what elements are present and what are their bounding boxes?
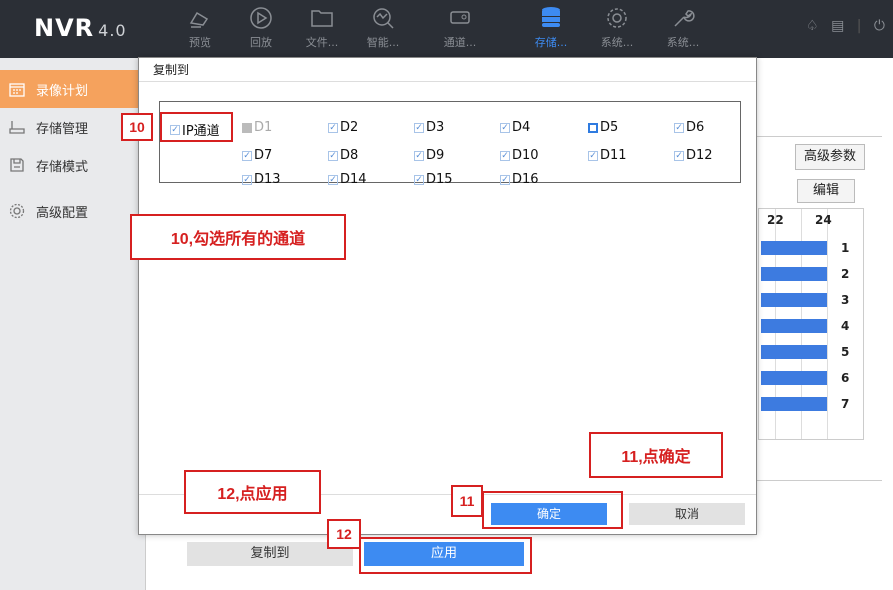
sidebar-item-advanced[interactable]: 高级配置 — [0, 192, 146, 230]
playback-icon — [250, 7, 272, 29]
annotation-box-apply — [359, 537, 532, 574]
channel-checkbox[interactable]: ✓ D14 — [328, 172, 367, 187]
channel-checkbox[interactable]: ✓ D6 — [674, 120, 704, 135]
main-panel-border — [757, 136, 882, 137]
sidebar-item-storage-mode[interactable]: 存储模式 — [0, 146, 146, 184]
nav-files[interactable]: 文件... — [292, 5, 352, 55]
advanced-gear-icon — [8, 202, 26, 220]
schedule-bar-day-1 — [761, 241, 827, 255]
smart-search-icon — [373, 8, 394, 29]
sidebar-item-label: 存储模式 — [36, 159, 89, 175]
annotation-box-ip-channel — [160, 112, 233, 142]
annotation-note-select-all-channels: 10,勾选所有的通道 — [130, 214, 346, 260]
nav-system[interactable]: 系统... — [587, 5, 647, 55]
dialog-title: 复制到 — [139, 58, 756, 82]
camera-icon — [189, 11, 209, 28]
advanced-params-button[interactable]: 高级参数 — [795, 144, 865, 170]
grid-row-label: 2 — [841, 267, 850, 281]
schedule-bar-day-7 — [761, 397, 827, 411]
nav-channels[interactable]: 通道... — [430, 5, 490, 55]
grid-header-22: 22 — [767, 213, 784, 227]
top-navigation-bar: NVR 4.0 预览 回放 文件... 智能... 通道... 存储... 系统.… — [0, 0, 893, 58]
channel-checkbox[interactable]: ✓ D7 — [242, 148, 272, 163]
channel-checkbox: D1 — [242, 120, 272, 135]
top-right-tools: ♤ ▤ | ⏻ — [806, 18, 885, 34]
nav-system-maintenance[interactable]: 系统... — [653, 5, 713, 55]
channel-checkbox[interactable]: ✓ D10 — [500, 148, 539, 163]
gear-icon — [607, 8, 627, 28]
message-icon[interactable]: ▤ — [831, 18, 844, 34]
channel-checkbox[interactable]: ✓ D3 — [414, 120, 444, 135]
grid-row-label: 7 — [841, 397, 850, 411]
grid-row-label: 1 — [841, 241, 850, 255]
channel-checkbox[interactable]: ✓ D4 — [500, 120, 530, 135]
channel-checkbox[interactable]: ✓ D8 — [328, 148, 358, 163]
hdd-icon — [8, 118, 26, 136]
storage-icon — [542, 7, 560, 27]
sidebar-item-record-schedule[interactable]: 录像计划 — [0, 70, 140, 108]
annotation-note-click-ok: 11,点确定 — [589, 432, 723, 478]
schedule-bar-day-4 — [761, 319, 827, 333]
grid-header-24: 24 — [815, 213, 832, 227]
channel-checkbox[interactable]: ✓ D9 — [414, 148, 444, 163]
grid-row-label: 3 — [841, 293, 850, 307]
sidebar-item-label: 存储管理 — [36, 121, 89, 137]
calendar-icon — [8, 80, 26, 98]
nav-playback[interactable]: 回放 — [231, 5, 291, 55]
folder-icon — [311, 10, 333, 27]
annotation-box-ok — [482, 491, 623, 529]
annotation-badge-10: 10 — [121, 113, 153, 141]
schedule-grid[interactable]: 22 24 1 2 3 4 5 6 7 — [758, 208, 864, 440]
alarm-bell-icon[interactable]: ♤ — [806, 18, 819, 34]
sidebar-item-label: 录像计划 — [36, 83, 89, 99]
annotation-note-click-apply: 12,点应用 — [184, 470, 321, 514]
channel-checkbox[interactable]: ✓ D16 — [500, 172, 539, 187]
schedule-bar-day-3 — [761, 293, 827, 307]
annotation-badge-11: 11 — [451, 485, 483, 517]
cancel-button[interactable]: 取消 — [629, 503, 745, 525]
channel-checkbox[interactable]: ✓ D13 — [242, 172, 281, 187]
schedule-bar-day-6 — [761, 371, 827, 385]
schedule-bar-day-5 — [761, 345, 827, 359]
camera-channel-icon — [450, 11, 470, 24]
annotation-badge-12: 12 — [327, 519, 361, 549]
edit-button[interactable]: 编辑 — [797, 179, 855, 203]
channel-checkbox[interactable]: D5 — [588, 120, 618, 135]
channel-selection-box: ✓ IP通道 D1 ✓ D2 ✓ D3 ✓ D4 D5 ✓ D6 ✓ D7 ✓ D8 ✓ D9 … — [159, 101, 741, 187]
nvr-logo: NVR 4.0 — [34, 14, 127, 42]
save-icon — [8, 156, 26, 174]
sidebar-item-label: 高级配置 — [36, 205, 89, 221]
grid-row-label: 5 — [841, 345, 850, 359]
channel-checkbox[interactable]: ✓ D15 — [414, 172, 453, 187]
main-panel-bottom-border — [757, 480, 882, 481]
grid-row-label: 6 — [841, 371, 850, 385]
power-icon[interactable]: ⏻ — [874, 18, 885, 34]
grid-row-label: 4 — [841, 319, 850, 333]
nav-preview[interactable]: 预览 — [170, 5, 230, 55]
channel-checkbox[interactable]: ✓ D11 — [588, 148, 627, 163]
channel-checkbox[interactable]: ✓ D2 — [328, 120, 358, 135]
wrench-icon — [674, 10, 695, 27]
nav-smart[interactable]: 智能... — [353, 5, 413, 55]
channel-checkbox[interactable]: ✓ D12 — [674, 148, 713, 163]
nav-storage[interactable]: 存储... — [521, 5, 581, 55]
schedule-bar-day-2 — [761, 267, 827, 281]
